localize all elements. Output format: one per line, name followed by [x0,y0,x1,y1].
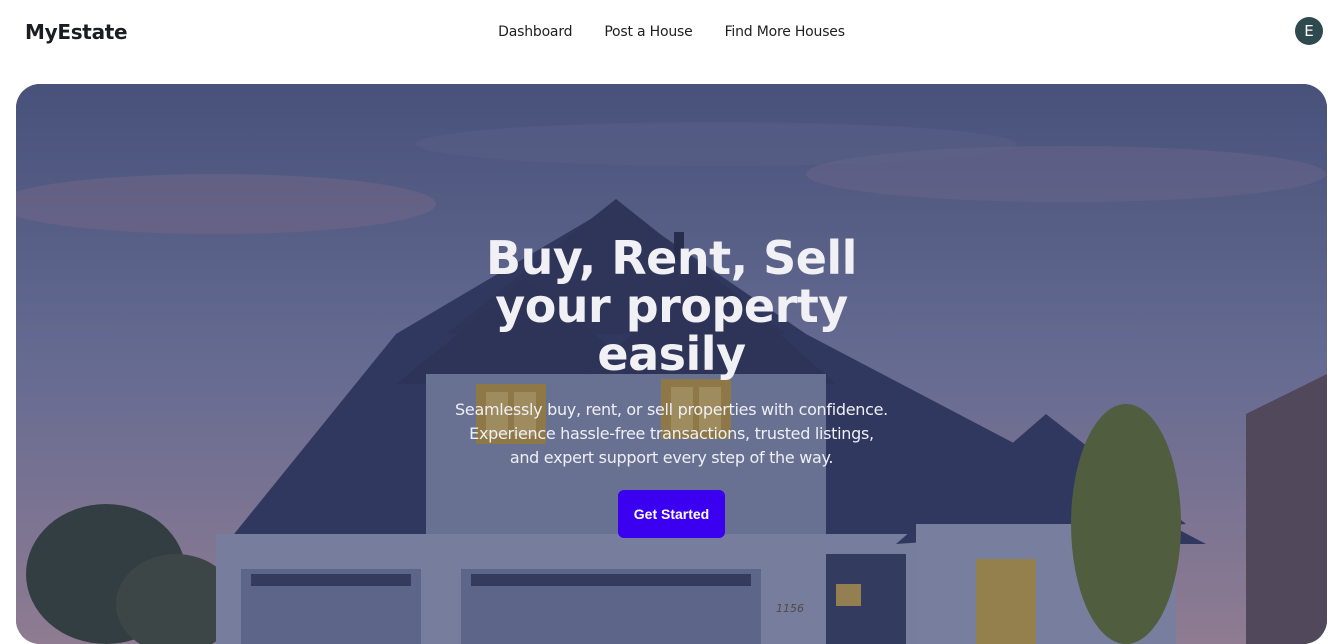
hero-subtitle-line-2: Experience hassle-free transactions, tru… [469,424,874,443]
hero-subtitle-line-3: and expert support every step of the way… [509,448,834,467]
hero-subtitle-line-1: Seamlessly buy, rent, or sell properties… [455,400,888,419]
get-started-button[interactable]: Get Started [617,490,726,538]
hero-banner: 1156 Buy, Rent, Sell your property easil… [16,84,1327,644]
hero-title-line-2: your property [495,279,848,333]
nav-find-houses-link[interactable]: Find More Houses [725,24,845,40]
hero-subtitle: Seamlessly buy, rent, or sell properties… [442,398,902,470]
user-avatar[interactable]: E [1295,17,1323,45]
hero-content: Buy, Rent, Sell your property easily Sea… [16,234,1327,538]
nav-dashboard-link[interactable]: Dashboard [498,24,572,40]
hero-title-line-3: easily [597,327,746,381]
hero-title: Buy, Rent, Sell your property easily [472,234,872,378]
main-nav: Dashboard Post a House Find More Houses [0,24,1343,40]
nav-post-house-link[interactable]: Post a House [604,24,692,40]
top-navbar: MyEstate Dashboard Post a House Find Mor… [0,0,1343,70]
hero-title-line-1: Buy, Rent, Sell [486,231,857,285]
